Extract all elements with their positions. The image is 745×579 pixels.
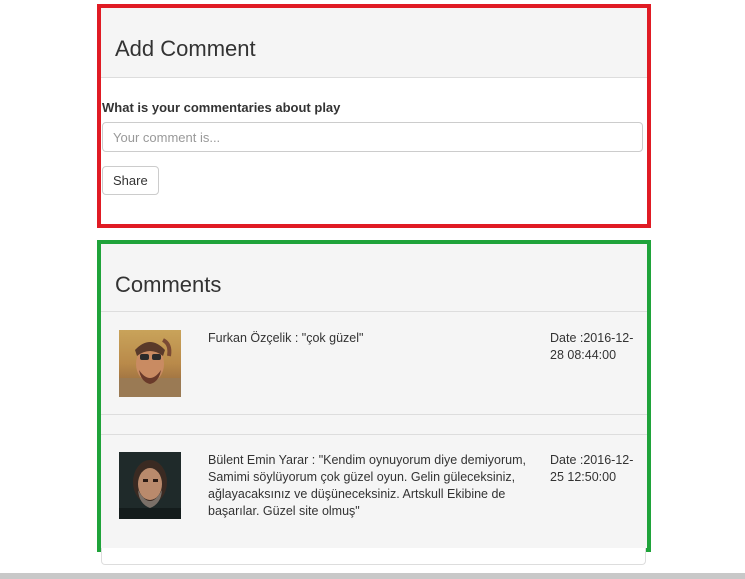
comments-title: Comments [101,244,647,312]
comment-item: Bülent Emin Yarar : "Kendim oynuyorum di… [101,434,647,548]
horizontal-scrollbar[interactable] [0,573,745,579]
comment-question-label: What is your commentaries about play [102,100,341,115]
user-avatar [119,330,181,397]
comment-date: Date :2016-12-28 08:44:00 [550,331,634,362]
comment-input[interactable] [102,122,643,152]
comments-panel: Comments Furkan Özçelik: "çok güzel" Da… [97,240,651,552]
add-comment-title: Add Comment [101,8,647,78]
panel-bottom-edge [101,548,646,565]
share-button[interactable]: Share [102,166,159,195]
comment-item: Furkan Özçelik : "çok güzel" Date :2016-… [101,313,647,415]
add-comment-panel: Add Comment What is your commentaries ab… [97,4,651,228]
user-avatar [119,452,181,519]
comment-date: Date :2016-12-25 12:50:00 [550,453,634,484]
avatar-photo-icon [119,330,181,397]
avatar-photo-icon [119,452,181,519]
comment-text: Furkan Özçelik : "çok güzel" [208,331,364,345]
comment-text: Bülent Emin Yarar : "Kendim oynuyorum di… [208,453,526,518]
